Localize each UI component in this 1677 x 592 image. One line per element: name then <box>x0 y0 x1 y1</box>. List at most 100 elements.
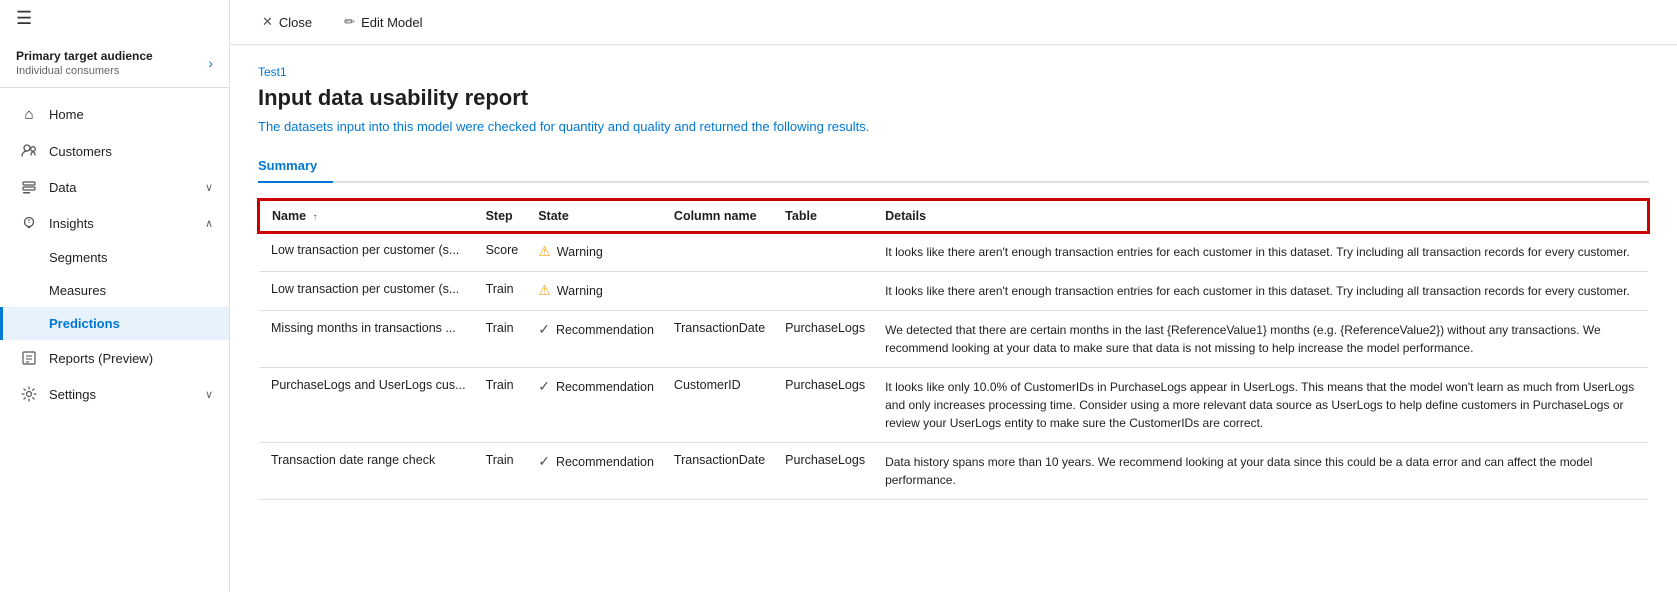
details-text: It looks like there aren't enough transa… <box>885 284 1630 298</box>
sidebar-header-title: Primary target audience <box>16 49 153 63</box>
home-icon: ⌂ <box>19 106 39 123</box>
breadcrumb: Test1 <box>258 65 1649 79</box>
sidebar-item-customers[interactable]: Customers <box>0 133 229 169</box>
cell-step: Train <box>476 443 529 500</box>
edit-icon: ✏ <box>344 14 355 30</box>
page-content: Test1 Input data usability report The da… <box>230 45 1677 592</box>
cell-state: ⚠ Warning <box>528 272 664 311</box>
cell-details: It looks like only 10.0% of CustomerIDs … <box>875 368 1648 443</box>
cell-state: ✓ Recommendation <box>528 368 664 443</box>
sidebar-navigation: ⌂ Home Customers Data ∨ Insights ∧ <box>0 88 229 592</box>
sidebar-header-subtitle: Individual consumers <box>16 65 153 77</box>
warning-icon: ⚠ <box>538 243 551 260</box>
settings-chevron-icon: ∨ <box>205 388 213 401</box>
cell-details: We detected that there are certain month… <box>875 311 1648 368</box>
cell-state: ✓ Recommendation <box>528 443 664 500</box>
settings-icon <box>19 386 39 402</box>
cell-table-name: PurchaseLogs <box>775 311 875 368</box>
close-button[interactable]: ✕ Close <box>254 10 320 34</box>
page-title: Input data usability report <box>258 85 1649 111</box>
cell-column-name <box>664 272 775 311</box>
cell-name: Low transaction per customer (s... <box>259 272 476 311</box>
reports-icon <box>19 350 39 366</box>
sidebar-item-reports-label: Reports (Preview) <box>49 351 153 366</box>
edit-model-label: Edit Model <box>361 15 422 30</box>
cell-state: ⚠ Warning <box>528 232 664 272</box>
col-header-details: Details <box>875 200 1648 232</box>
cell-name: Low transaction per customer (s... <box>259 232 476 272</box>
sidebar-item-settings-label: Settings <box>49 387 96 402</box>
sidebar-item-measures[interactable]: Measures <box>0 274 229 307</box>
sidebar-item-home[interactable]: ⌂ Home <box>0 96 229 133</box>
cell-table-name: PurchaseLogs <box>775 368 875 443</box>
col-header-step: Step <box>476 200 529 232</box>
sidebar-header: Primary target audience Individual consu… <box>0 37 229 88</box>
cell-name: Missing months in transactions ... <box>259 311 476 368</box>
sidebar-item-predictions[interactable]: Predictions <box>0 307 229 340</box>
recommendation-icon: ✓ <box>538 378 550 395</box>
col-header-table: Table <box>775 200 875 232</box>
data-table: Name ↑ Step State Column name Table Deta… <box>258 199 1649 500</box>
warning-icon: ⚠ <box>538 282 551 299</box>
close-icon: ✕ <box>262 14 273 30</box>
cell-details: It looks like there aren't enough transa… <box>875 232 1648 272</box>
table-row: Transaction date range checkTrain ✓ Recomm… <box>259 443 1648 500</box>
sidebar-item-segments-label: Segments <box>49 250 108 265</box>
cell-column-name <box>664 232 775 272</box>
topbar: ✕ Close ✏ Edit Model <box>230 0 1677 45</box>
recommendation-icon: ✓ <box>538 453 550 470</box>
sort-arrow-icon: ↑ <box>313 212 318 223</box>
col-header-state: State <box>528 200 664 232</box>
close-label: Close <box>279 15 312 30</box>
details-text: It looks like there aren't enough transa… <box>885 245 1630 259</box>
table-row: Low transaction per customer (s...Train⚠… <box>259 272 1648 311</box>
state-label: Recommendation <box>556 455 654 469</box>
sidebar-item-data[interactable]: Data ∨ <box>0 169 229 205</box>
cell-table-name: PurchaseLogs <box>775 443 875 500</box>
data-icon <box>19 179 39 195</box>
cell-state: ✓ Recommendation <box>528 311 664 368</box>
insights-icon <box>19 215 39 231</box>
state-label: Warning <box>557 284 603 298</box>
sidebar-item-reports[interactable]: Reports (Preview) <box>0 340 229 376</box>
cell-details: Data history spans more than 10 years. W… <box>875 443 1648 500</box>
sidebar-item-customers-label: Customers <box>49 144 112 159</box>
table-body: Low transaction per customer (s...Score⚠… <box>259 232 1648 500</box>
state-label: Recommendation <box>556 323 654 337</box>
col-header-name: Name ↑ <box>259 200 476 232</box>
state-label: Warning <box>557 245 603 259</box>
details-text: Data history spans more than 10 years. W… <box>885 455 1592 487</box>
table-row: Missing months in transactions ...Train✓… <box>259 311 1648 368</box>
cell-name: PurchaseLogs and UserLogs cus... <box>259 368 476 443</box>
col-header-column-name: Column name <box>664 200 775 232</box>
sidebar-item-home-label: Home <box>49 107 84 122</box>
table-row: PurchaseLogs and UserLogs cus...Train ✓ Re… <box>259 368 1648 443</box>
cell-step: Train <box>476 311 529 368</box>
edit-model-button[interactable]: ✏ Edit Model <box>336 10 430 34</box>
sidebar-header-chevron[interactable]: › <box>208 55 213 71</box>
cell-column-name: TransactionDate <box>664 443 775 500</box>
cell-step: Score <box>476 232 529 272</box>
details-text: It looks like only 10.0% of CustomerIDs … <box>885 380 1634 430</box>
sidebar-item-data-label: Data <box>49 180 76 195</box>
details-text: We detected that there are certain month… <box>885 323 1601 355</box>
hamburger-button[interactable]: ☰ <box>0 0 229 37</box>
sidebar: ☰ Primary target audience Individual con… <box>0 0 230 592</box>
state-label: Recommendation <box>556 380 654 394</box>
main-content: ✕ Close ✏ Edit Model Test1 Input data us… <box>230 0 1677 592</box>
recommendation-icon: ✓ <box>538 321 550 338</box>
data-chevron-icon: ∨ <box>205 181 213 194</box>
cell-table-name <box>775 232 875 272</box>
sidebar-item-segments[interactable]: Segments <box>0 241 229 274</box>
sidebar-item-insights[interactable]: Insights ∧ <box>0 205 229 241</box>
cell-column-name: TransactionDate <box>664 311 775 368</box>
insights-chevron-icon: ∧ <box>205 217 213 230</box>
tabs-bar: Summary <box>258 150 1649 183</box>
sidebar-item-measures-label: Measures <box>49 283 106 298</box>
sidebar-item-settings[interactable]: Settings ∨ <box>0 376 229 412</box>
cell-name: Transaction date range check <box>259 443 476 500</box>
cell-step: Train <box>476 368 529 443</box>
table-row: Low transaction per customer (s...Score⚠… <box>259 232 1648 272</box>
tab-summary[interactable]: Summary <box>258 150 333 183</box>
cell-table-name <box>775 272 875 311</box>
